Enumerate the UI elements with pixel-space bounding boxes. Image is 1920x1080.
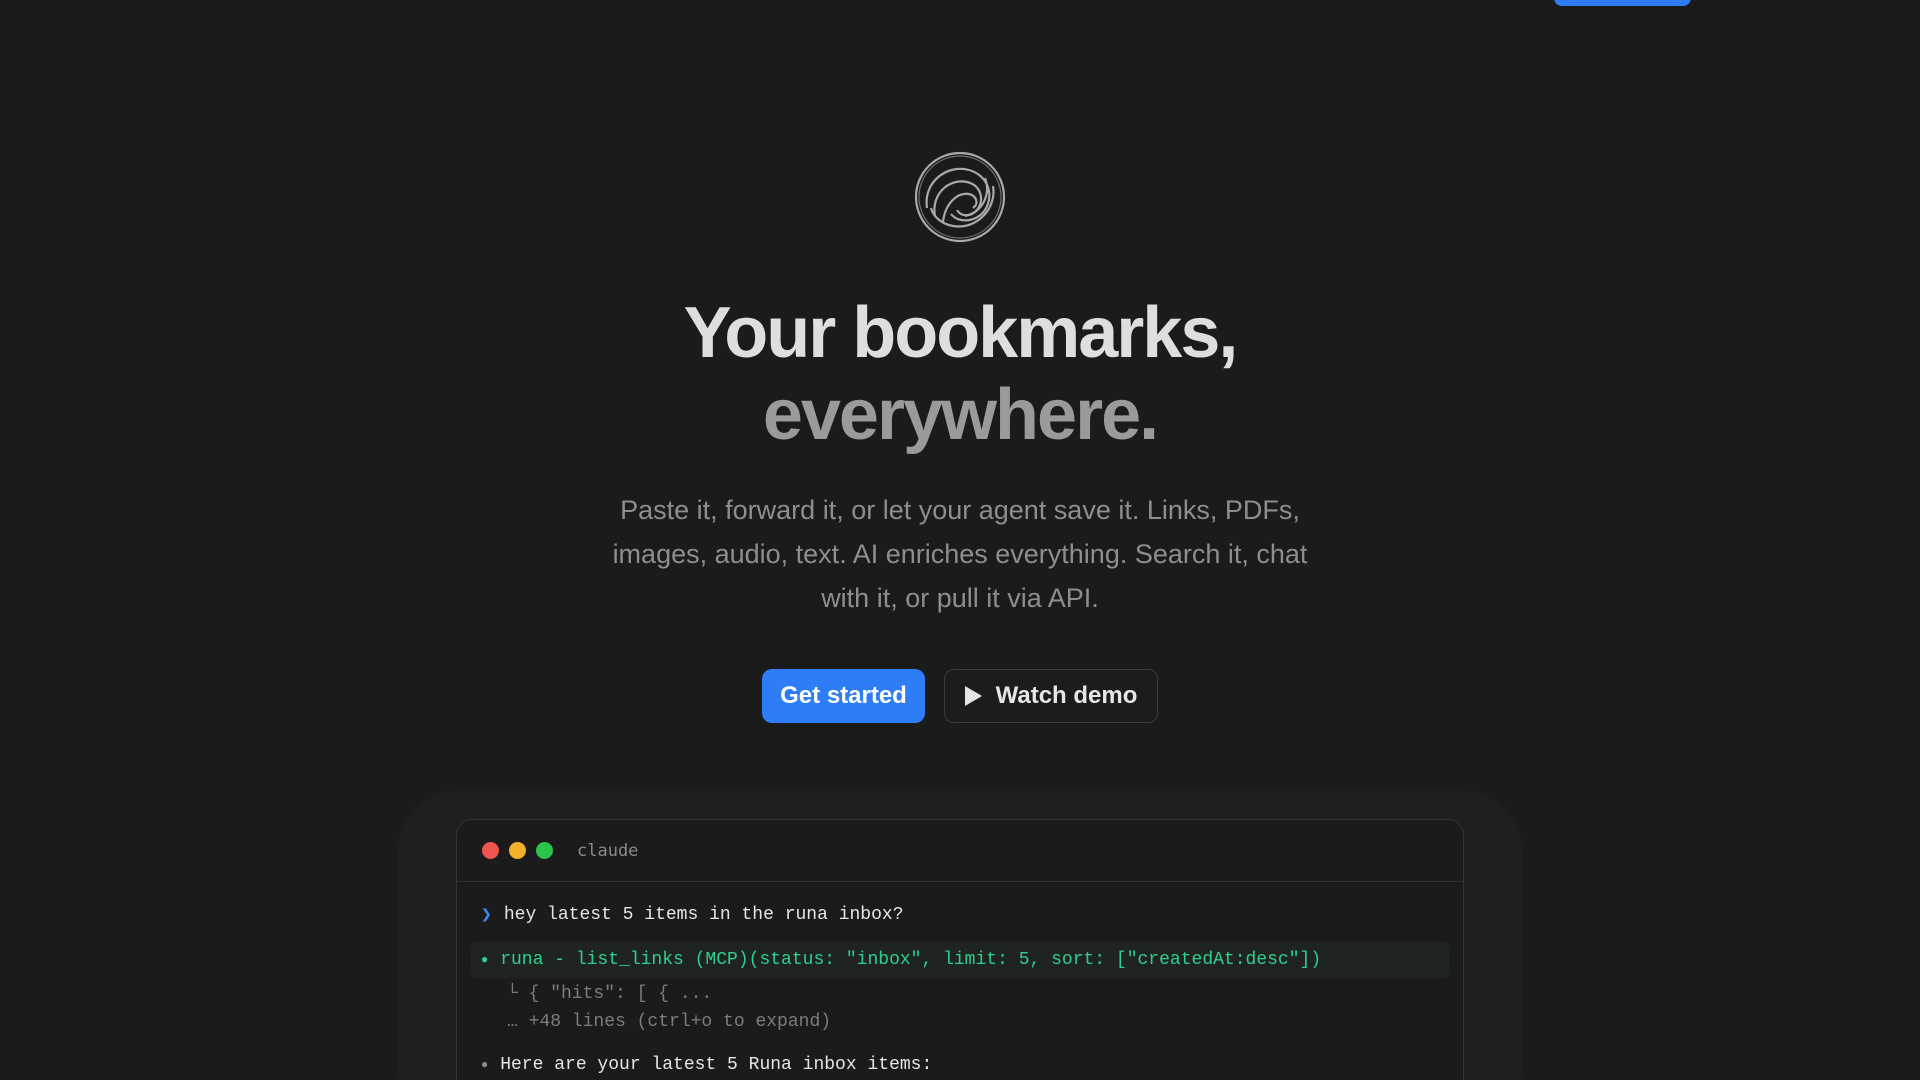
terminal-titlebar: claude (457, 820, 1463, 882)
terminal-body: ❯ hey latest 5 items in the runa inbox? … (457, 902, 1463, 1078)
tool-call-text: runa - list_links (MCP)(status: "inbox",… (500, 950, 1322, 970)
user-prompt-text: hey latest 5 items in the runa inbox? (503, 905, 904, 925)
close-window-dot-icon[interactable] (482, 842, 499, 859)
minimize-window-dot-icon[interactable] (509, 842, 526, 859)
terminal-window: claude ❯ hey latest 5 items in the runa … (456, 819, 1464, 1080)
assistant-answer-text: Here are your latest 5 Runa inbox items: (500, 1055, 933, 1075)
hero-headline-line2: everywhere. (762, 375, 1159, 455)
terminal-title: claude (577, 840, 639, 861)
hero-subtext-line3: with it, or pull it via API. (821, 583, 1099, 613)
hero-subtext: Paste it, forward it, or let your agent … (590, 488, 1330, 620)
prompt-chevron-icon: ❯ (481, 906, 492, 926)
assistant-answer-line: ● Here are your latest 5 Runa inbox item… (471, 1052, 1449, 1078)
tool-result-line: └ { "hits": [ { ... (507, 984, 713, 1004)
nav-cta-button[interactable] (1554, 0, 1691, 6)
watch-demo-label: Watch demo (995, 682, 1138, 709)
landing-page: Your bookmarks, everywhere. Paste it, fo… (0, 0, 1920, 1080)
tool-bullet-icon: ● (481, 953, 489, 967)
play-icon (964, 686, 982, 706)
get-started-button[interactable]: Get started (762, 669, 925, 723)
spiral-logo-icon (914, 151, 1006, 243)
hero-subtext-line1: Paste it, forward it, or let your agent … (620, 495, 1300, 525)
hero-subtext-line2: images, audio, text. AI enriches everyth… (612, 539, 1308, 569)
hero-headline-line1: Your bookmarks, (683, 293, 1239, 373)
user-prompt-line: ❯ hey latest 5 items in the runa inbox? (471, 902, 1449, 928)
answer-bullet-icon: ● (481, 1058, 489, 1072)
tool-result-expand-hint[interactable]: … +48 lines (ctrl+o to expand) (471, 1008, 1449, 1036)
maximize-window-dot-icon[interactable] (536, 842, 553, 859)
tool-call-line: ● runa - list_links (MCP)(status: "inbox… (471, 942, 1449, 978)
watch-demo-button[interactable]: Watch demo (944, 669, 1158, 723)
